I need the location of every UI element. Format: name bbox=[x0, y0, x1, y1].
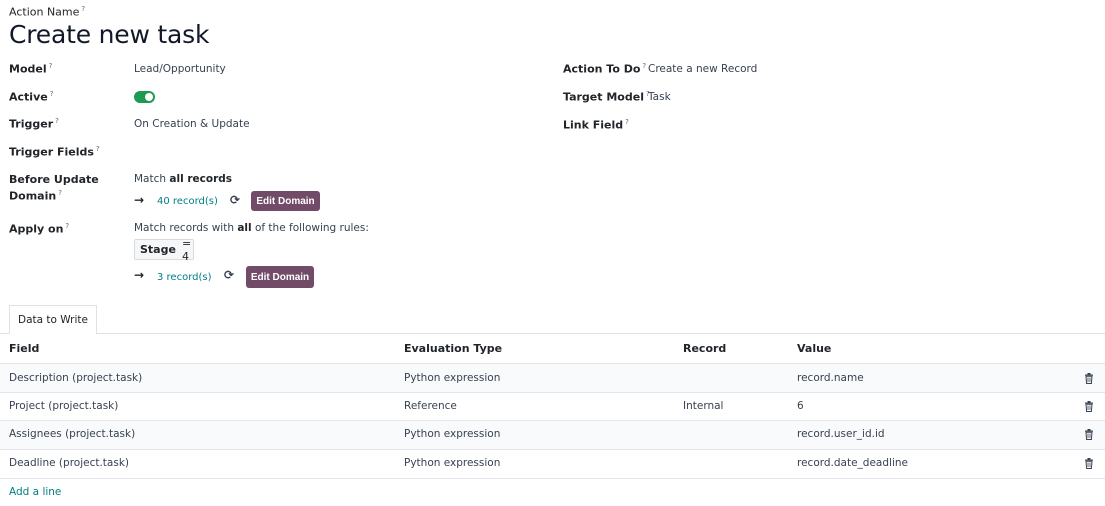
table-header: Field Evaluation Type Record Value bbox=[0, 334, 1105, 364]
help-icon[interactable]: ? bbox=[96, 145, 100, 153]
active-label: Active? bbox=[9, 90, 54, 104]
help-icon[interactable]: ? bbox=[49, 62, 53, 70]
trash-icon[interactable] bbox=[1084, 401, 1094, 412]
help-icon[interactable]: ? bbox=[642, 62, 646, 70]
cell-value: 6 bbox=[797, 400, 804, 412]
rule-value: = 4 bbox=[181, 236, 192, 263]
trigger-fields-label: Trigger Fields? bbox=[9, 145, 100, 159]
add-line-link[interactable]: Add a line bbox=[9, 486, 61, 498]
table-row[interactable]: Assignees (project.task) Python expressi… bbox=[0, 421, 1105, 450]
edit-domain-button[interactable]: Edit Domain bbox=[251, 191, 320, 211]
help-icon[interactable]: ? bbox=[50, 90, 54, 98]
help-icon[interactable]: ? bbox=[625, 118, 629, 126]
cell-value: record.user_id.id bbox=[797, 428, 885, 440]
before-update-records-link[interactable]: 40 record(s) bbox=[157, 196, 218, 207]
tab-data-to-write[interactable]: Data to Write bbox=[9, 305, 97, 334]
trash-icon[interactable] bbox=[1084, 373, 1094, 384]
column-header-record[interactable]: Record bbox=[683, 342, 726, 355]
cell-evaluation-type: Python expression bbox=[404, 372, 501, 384]
target-model-value[interactable]: Task bbox=[648, 91, 671, 103]
refresh-icon[interactable]: ⟳ bbox=[230, 193, 240, 207]
action-to-do-label: Action To Do? bbox=[563, 62, 647, 76]
rule-field: Stage bbox=[140, 243, 176, 256]
cell-field: Project (project.task) bbox=[9, 400, 119, 412]
apply-on-match-text: Match records with all of the following … bbox=[134, 222, 369, 234]
table-row[interactable]: Project (project.task) Reference Interna… bbox=[0, 393, 1105, 421]
action-name-label: Action Name? bbox=[9, 5, 86, 19]
column-header-field[interactable]: Field bbox=[9, 342, 39, 355]
cell-field: Deadline (project.task) bbox=[9, 457, 130, 469]
cell-field: Description (project.task) bbox=[9, 372, 143, 384]
help-icon[interactable]: ? bbox=[55, 117, 59, 125]
model-value[interactable]: Lead/Opportunity bbox=[134, 63, 226, 75]
arrow-right-icon: → bbox=[134, 193, 145, 207]
table-row[interactable]: Deadline (project.task) Python expressio… bbox=[0, 450, 1105, 479]
cell-evaluation-type: Python expression bbox=[404, 428, 501, 440]
cell-field: Assignees (project.task) bbox=[9, 428, 136, 440]
table-row[interactable]: Description (project.task) Python expres… bbox=[0, 364, 1105, 393]
domain-rule-chip[interactable]: Stage = 4 bbox=[134, 236, 194, 263]
active-toggle[interactable] bbox=[134, 91, 155, 103]
trash-icon[interactable] bbox=[1084, 429, 1094, 440]
apply-on-label: Apply on? bbox=[9, 222, 70, 236]
arrow-right-icon: → bbox=[134, 268, 145, 282]
target-model-label: Target Model? bbox=[563, 90, 650, 104]
column-header-evaluation-type[interactable]: Evaluation Type bbox=[404, 342, 502, 355]
action-to-do-value[interactable]: Create a new Record bbox=[648, 63, 757, 75]
trigger-value[interactable]: On Creation & Update bbox=[134, 118, 250, 130]
cell-value: record.date_deadline bbox=[797, 457, 908, 469]
help-icon[interactable]: ? bbox=[58, 189, 62, 197]
edit-domain-button[interactable]: Edit Domain bbox=[246, 266, 314, 288]
page-title[interactable]: Create new task bbox=[9, 20, 209, 49]
help-icon[interactable]: ? bbox=[65, 222, 69, 230]
column-header-value[interactable]: Value bbox=[797, 342, 831, 355]
help-icon[interactable]: ? bbox=[81, 5, 85, 13]
apply-on-records-link[interactable]: 3 record(s) bbox=[157, 272, 212, 283]
cell-evaluation-type: Python expression bbox=[404, 457, 501, 469]
link-field-label: Link Field? bbox=[563, 118, 629, 132]
cell-value: record.name bbox=[797, 372, 864, 384]
refresh-icon[interactable]: ⟳ bbox=[224, 268, 234, 282]
cell-record: Internal bbox=[683, 400, 724, 412]
model-label: Model? bbox=[9, 62, 53, 76]
trash-icon[interactable] bbox=[1084, 458, 1094, 469]
before-update-domain-label: Before Update Domain? bbox=[9, 173, 99, 203]
trigger-label: Trigger? bbox=[9, 117, 59, 131]
before-update-match-text: Match all records bbox=[134, 173, 233, 185]
cell-evaluation-type: Reference bbox=[404, 400, 457, 412]
